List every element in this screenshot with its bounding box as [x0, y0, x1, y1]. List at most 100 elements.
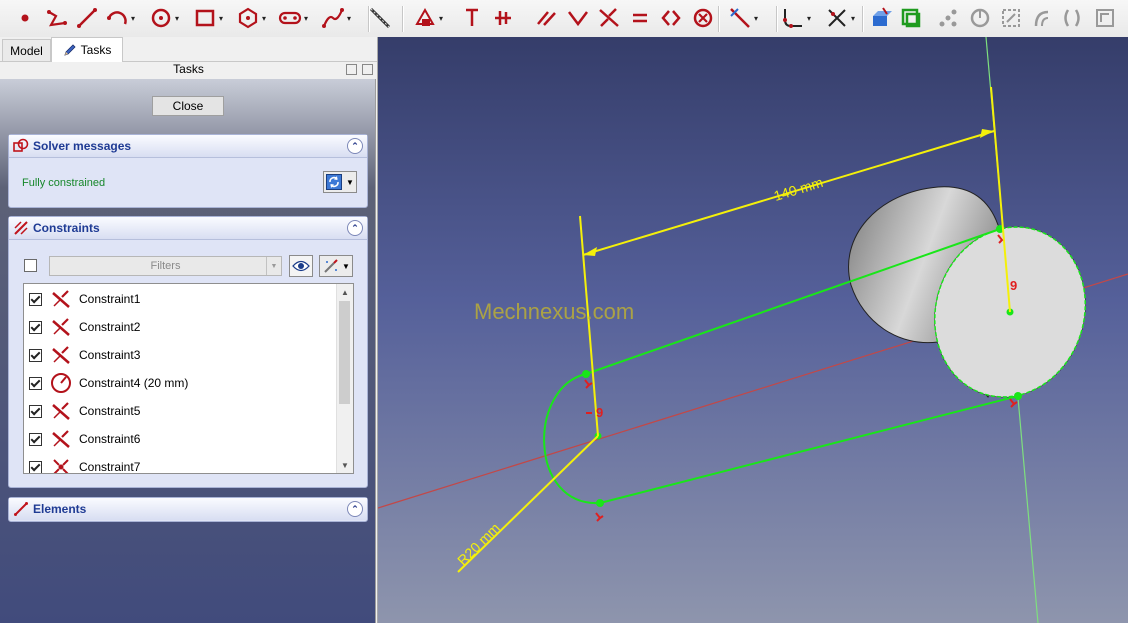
select-conflicting-button[interactable] — [936, 6, 960, 30]
tab-model-label: Model — [10, 43, 43, 58]
bspline-button[interactable]: ▾ — [321, 6, 351, 30]
symmetry-icon — [1060, 6, 1084, 30]
rectangular-array-button[interactable] — [1093, 6, 1117, 30]
constraint-label: Constraint4 (20 mm) — [79, 376, 189, 390]
carbon-copy-button[interactable] — [899, 6, 923, 30]
polygon-button[interactable]: ▾ — [236, 6, 266, 30]
toggle-driving-button[interactable]: ▾ — [728, 6, 758, 30]
line-button[interactable] — [75, 6, 99, 30]
chevron-down-icon[interactable]: ▾ — [219, 14, 223, 23]
select-redundant-button[interactable] — [968, 6, 992, 30]
collapse-icon[interactable]: ⌃ — [347, 220, 363, 236]
select-elements-button[interactable] — [999, 6, 1023, 30]
external-geometry-button[interactable] — [869, 6, 893, 30]
constraint-checkbox[interactable] — [29, 348, 42, 362]
symmetry-button[interactable] — [1060, 6, 1084, 30]
float-panel-button[interactable] — [346, 64, 357, 75]
solver-icon — [13, 138, 29, 154]
show-hide-button[interactable] — [289, 255, 313, 277]
list-item[interactable]: Constraint1 — [24, 285, 336, 313]
constraint-checkbox[interactable] — [29, 404, 42, 418]
select-elements-icon — [999, 6, 1023, 30]
toolbar-separator — [718, 6, 720, 32]
chevron-down-icon: ▼ — [342, 261, 350, 271]
list-item[interactable]: Constraint6 — [24, 425, 336, 453]
rectangle-button[interactable]: ▾ — [193, 6, 223, 30]
constraint-checkbox[interactable] — [29, 320, 42, 334]
tab-model[interactable]: Model — [2, 39, 51, 61]
combo-view-panel: Model Tasks Tasks Close Solver messages … — [0, 37, 378, 623]
select-redundant-icon — [968, 6, 992, 30]
parallel-button[interactable] — [535, 6, 559, 30]
lock-constraint-icon — [413, 6, 437, 30]
list-item[interactable]: Constraint2 — [24, 313, 336, 341]
constraint-marker-label: 9 — [596, 405, 604, 420]
chevron-down-icon[interactable]: ▾ — [175, 14, 179, 23]
lock-constraint-button[interactable]: ▾ — [413, 6, 443, 30]
select-conflicting-icon — [936, 6, 960, 30]
constraint-checkbox[interactable] — [29, 432, 42, 446]
3d-viewport[interactable]: Mechnexus.com 140 mm R20 mm 9 9 — [378, 37, 1128, 623]
scroll-thumb[interactable] — [339, 301, 350, 404]
elements-header[interactable]: Elements ⌃ — [9, 498, 367, 520]
toolbar-separator — [776, 6, 778, 32]
chevron-down-icon[interactable]: ▾ — [347, 14, 351, 23]
filter-checkbox[interactable] — [24, 259, 37, 272]
chevron-down-icon[interactable]: ▾ — [807, 14, 811, 23]
mirror-icon — [1030, 6, 1054, 30]
chevron-down-icon[interactable]: ▾ — [754, 14, 758, 23]
constraint-label: Constraint1 — [79, 292, 141, 306]
symmetric-button[interactable] — [659, 6, 683, 30]
constraints-header[interactable]: Constraints ⌃ — [9, 217, 367, 240]
list-item[interactable]: Constraint7 — [24, 453, 336, 473]
settings-dropdown-button[interactable]: ▼ — [319, 255, 353, 277]
chevron-down-icon[interactable]: ▾ — [131, 14, 135, 23]
equal-button[interactable] — [628, 6, 652, 30]
close-button[interactable]: Close — [152, 96, 224, 116]
auto-update-button[interactable]: ▼ — [323, 171, 357, 193]
perpendicular-button[interactable] — [566, 6, 590, 30]
constraint-label: Constraint3 — [79, 348, 141, 362]
filters-dropdown[interactable]: Filters ▼ — [49, 256, 282, 276]
scroll-up-icon[interactable]: ▲ — [337, 284, 353, 300]
list-scrollbar[interactable]: ▲ ▼ — [336, 284, 353, 473]
vertical-distance-icon — [460, 6, 484, 30]
point-button[interactable] — [13, 6, 37, 30]
carbon-copy-icon — [899, 6, 923, 30]
tangent-button[interactable] — [597, 6, 621, 30]
close-panel-button[interactable] — [362, 64, 373, 75]
arc-button[interactable]: ▾ — [105, 6, 135, 30]
list-item[interactable]: Constraint4 (20 mm) — [24, 369, 336, 397]
fillet-button[interactable]: ▾ — [781, 6, 811, 30]
symmetric-icon — [659, 6, 683, 30]
scroll-down-icon[interactable]: ▼ — [337, 457, 353, 473]
chevron-down-icon[interactable]: ▾ — [851, 14, 855, 23]
collapse-icon[interactable]: ⌃ — [347, 501, 363, 517]
constraint-checkbox[interactable] — [29, 460, 42, 473]
list-item[interactable]: Constraint5 — [24, 397, 336, 425]
refresh-icon — [326, 174, 342, 190]
mirror-button[interactable] — [1030, 6, 1054, 30]
construction-toggle-button[interactable] — [368, 6, 392, 30]
list-item[interactable]: Constraint3 — [24, 341, 336, 369]
constraint-list[interactable]: Constraint1 Constraint2 Constraint3 Cons… — [23, 283, 354, 474]
block-icon — [691, 6, 715, 30]
constraint-checkbox[interactable] — [29, 292, 42, 306]
chevron-down-icon[interactable]: ▾ — [304, 14, 308, 23]
chevron-down-icon[interactable]: ▾ — [439, 14, 443, 23]
horizontal-distance-button[interactable] — [491, 6, 515, 30]
arc-icon — [105, 6, 129, 30]
solver-messages-title: Solver messages — [33, 139, 132, 153]
block-button[interactable] — [691, 6, 715, 30]
cylinder-body — [848, 186, 1086, 398]
vertical-distance-button[interactable] — [460, 6, 484, 30]
collapse-icon[interactable]: ⌃ — [347, 138, 363, 154]
trim-button[interactable]: ▾ — [825, 6, 855, 30]
constraint-checkbox[interactable] — [29, 376, 42, 390]
circle-button[interactable]: ▾ — [149, 6, 179, 30]
tab-tasks[interactable]: Tasks — [51, 37, 123, 62]
chevron-down-icon[interactable]: ▾ — [262, 14, 266, 23]
polyline-button[interactable] — [45, 6, 69, 30]
solver-messages-header[interactable]: Solver messages ⌃ — [9, 135, 367, 158]
slot-button[interactable]: ▾ — [278, 6, 308, 30]
